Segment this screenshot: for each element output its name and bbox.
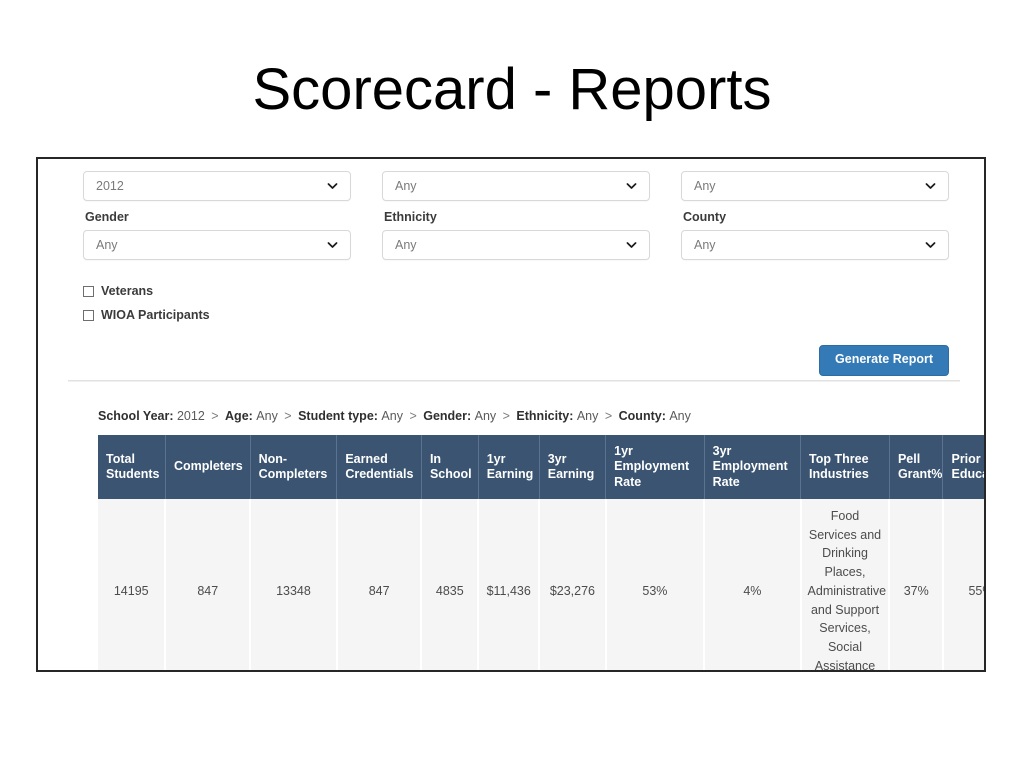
table-column-header[interactable]: Non-Completers	[250, 435, 338, 499]
chevron-down-icon	[924, 239, 937, 252]
report-table-body: 14195 847 13348 847 4835 $11,436 $23,276 53% 4% F…	[98, 498, 984, 670]
gender-select[interactable]: Any	[83, 230, 351, 260]
table-header-row: Total Students Completers Non-Completers Ea…	[98, 435, 984, 499]
student-type-select[interactable]: Any	[681, 171, 949, 201]
page-title: Scorecard - Reports	[252, 57, 772, 122]
ethnicity-value: Any	[395, 238, 417, 252]
filter-grid: 2012 Any Any Gender Any Ethnicity Any Co…	[83, 171, 949, 260]
breadcrumb-separator: >	[601, 409, 616, 423]
breadcrumb-value: Any	[256, 409, 278, 423]
table-column-header[interactable]: Top Three Industries	[800, 435, 890, 499]
breadcrumb-value: Any	[576, 409, 599, 423]
school-year-select[interactable]: 2012	[83, 171, 351, 201]
breadcrumb: School Year: 2012 > Age: Any > Student t…	[98, 409, 691, 423]
checkbox-row-veterans[interactable]: Veterans	[83, 284, 210, 299]
county-value: Any	[694, 238, 716, 252]
chevron-down-icon	[625, 180, 638, 193]
table-cell: Food Services and Drinking Places, Admin…	[800, 498, 891, 670]
table-cell: 14195	[98, 498, 167, 670]
breadcrumb-separator: >	[405, 409, 421, 423]
filter-field-gender: Gender Any	[83, 201, 351, 260]
table-cell: 53%	[605, 498, 706, 670]
table-column-header[interactable]: Pell Grant%	[889, 435, 944, 499]
section-divider	[68, 380, 960, 382]
checkbox-group: Veterans WIOA Participants	[83, 284, 210, 333]
chevron-down-icon	[625, 239, 638, 252]
chevron-down-icon	[924, 180, 937, 193]
report-app-panel: 2012 Any Any Gender Any Ethnicity Any Co…	[38, 159, 984, 670]
checkbox-unchecked-icon[interactable]	[83, 310, 94, 322]
report-table-wrapper: Total Students Completers Non-Completers Ea…	[98, 435, 984, 670]
breadcrumb-key: Age:	[225, 409, 257, 423]
filter-field-student-type: Any	[681, 171, 949, 201]
table-cell: 847	[165, 498, 252, 670]
table-column-header[interactable]: 3yr Earning	[539, 435, 607, 499]
breadcrumb-key: Ethnicity:	[516, 409, 577, 423]
ethnicity-select[interactable]: Any	[382, 230, 650, 260]
filter-field-ethnicity: Ethnicity Any	[382, 201, 650, 260]
breadcrumb-key: School Year:	[98, 409, 177, 423]
table-column-header[interactable]: 3yr Employment Rate	[704, 435, 802, 499]
report-table: Total Students Completers Non-Completers Ea…	[98, 435, 984, 670]
table-column-header[interactable]: 1yr Employment Rate	[605, 435, 705, 499]
table-column-header[interactable]: In School	[421, 435, 479, 499]
student-type-value: Any	[694, 179, 716, 193]
veterans-label: Veterans	[101, 284, 154, 298]
table-column-header[interactable]: Total Students	[98, 435, 166, 499]
table-cell: $23,276	[539, 498, 607, 670]
table-column-header[interactable]: 1yr Earning	[478, 435, 540, 499]
age-value: Any	[395, 179, 417, 193]
breadcrumb-value: Any	[669, 409, 691, 423]
breadcrumb-value: Any	[381, 409, 403, 423]
filter-row-2: Gender Any Ethnicity Any County Any	[83, 201, 949, 260]
chevron-down-icon	[326, 180, 339, 193]
county-label: County	[683, 210, 727, 224]
table-column-header[interactable]: Prior Education	[942, 435, 984, 499]
filter-field-county: County Any	[681, 201, 949, 260]
table-column-header[interactable]: Completers	[165, 435, 251, 499]
checkbox-row-wioa-participants[interactable]: WIOA Participants	[83, 307, 210, 323]
table-cell: 4835	[421, 498, 480, 670]
breadcrumb-separator: >	[207, 409, 223, 423]
breadcrumb-key: Student type:	[298, 409, 382, 423]
table-column-header[interactable]: Earned Credentials	[336, 435, 422, 499]
breadcrumb-key: Gender:	[423, 409, 475, 423]
screenshot-frame: 2012 Any Any Gender Any Ethnicity Any Co…	[36, 157, 986, 672]
breadcrumb-value: Any	[474, 409, 497, 423]
age-select[interactable]: Any	[382, 171, 650, 201]
generate-report-button[interactable]: Generate Report	[819, 345, 949, 376]
checkbox-unchecked-icon[interactable]	[83, 286, 94, 298]
filter-row-1: 2012 Any Any	[83, 171, 949, 201]
breadcrumb-separator: >	[280, 409, 296, 423]
breadcrumb-separator: >	[499, 409, 514, 423]
breadcrumb-value: 2012	[176, 409, 205, 423]
table-cell: 4%	[704, 498, 802, 670]
ethnicity-label: Ethnicity	[384, 210, 437, 224]
report-table-head: Total Students Completers Non-Completers Ea…	[98, 435, 984, 499]
table-row: 14195 847 13348 847 4835 $11,436 $23,276 53% 4% F…	[98, 498, 984, 670]
wioa-participants-label: WIOA Participants	[101, 307, 210, 322]
table-cell: 37%	[889, 498, 944, 670]
gender-value: Any	[96, 238, 118, 252]
table-cell: $11,436	[478, 498, 541, 670]
filter-field-age: Any	[382, 171, 650, 201]
table-cell: 847	[336, 498, 423, 670]
breadcrumb-key: County:	[618, 409, 670, 423]
chevron-down-icon	[326, 239, 339, 252]
county-select[interactable]: Any	[681, 230, 949, 260]
filter-field-school-year: 2012	[83, 171, 351, 201]
school-year-value: 2012	[96, 179, 124, 193]
table-cell: 13348	[250, 498, 338, 670]
table-cell: 55%	[942, 498, 984, 670]
gender-label: Gender	[85, 210, 129, 224]
